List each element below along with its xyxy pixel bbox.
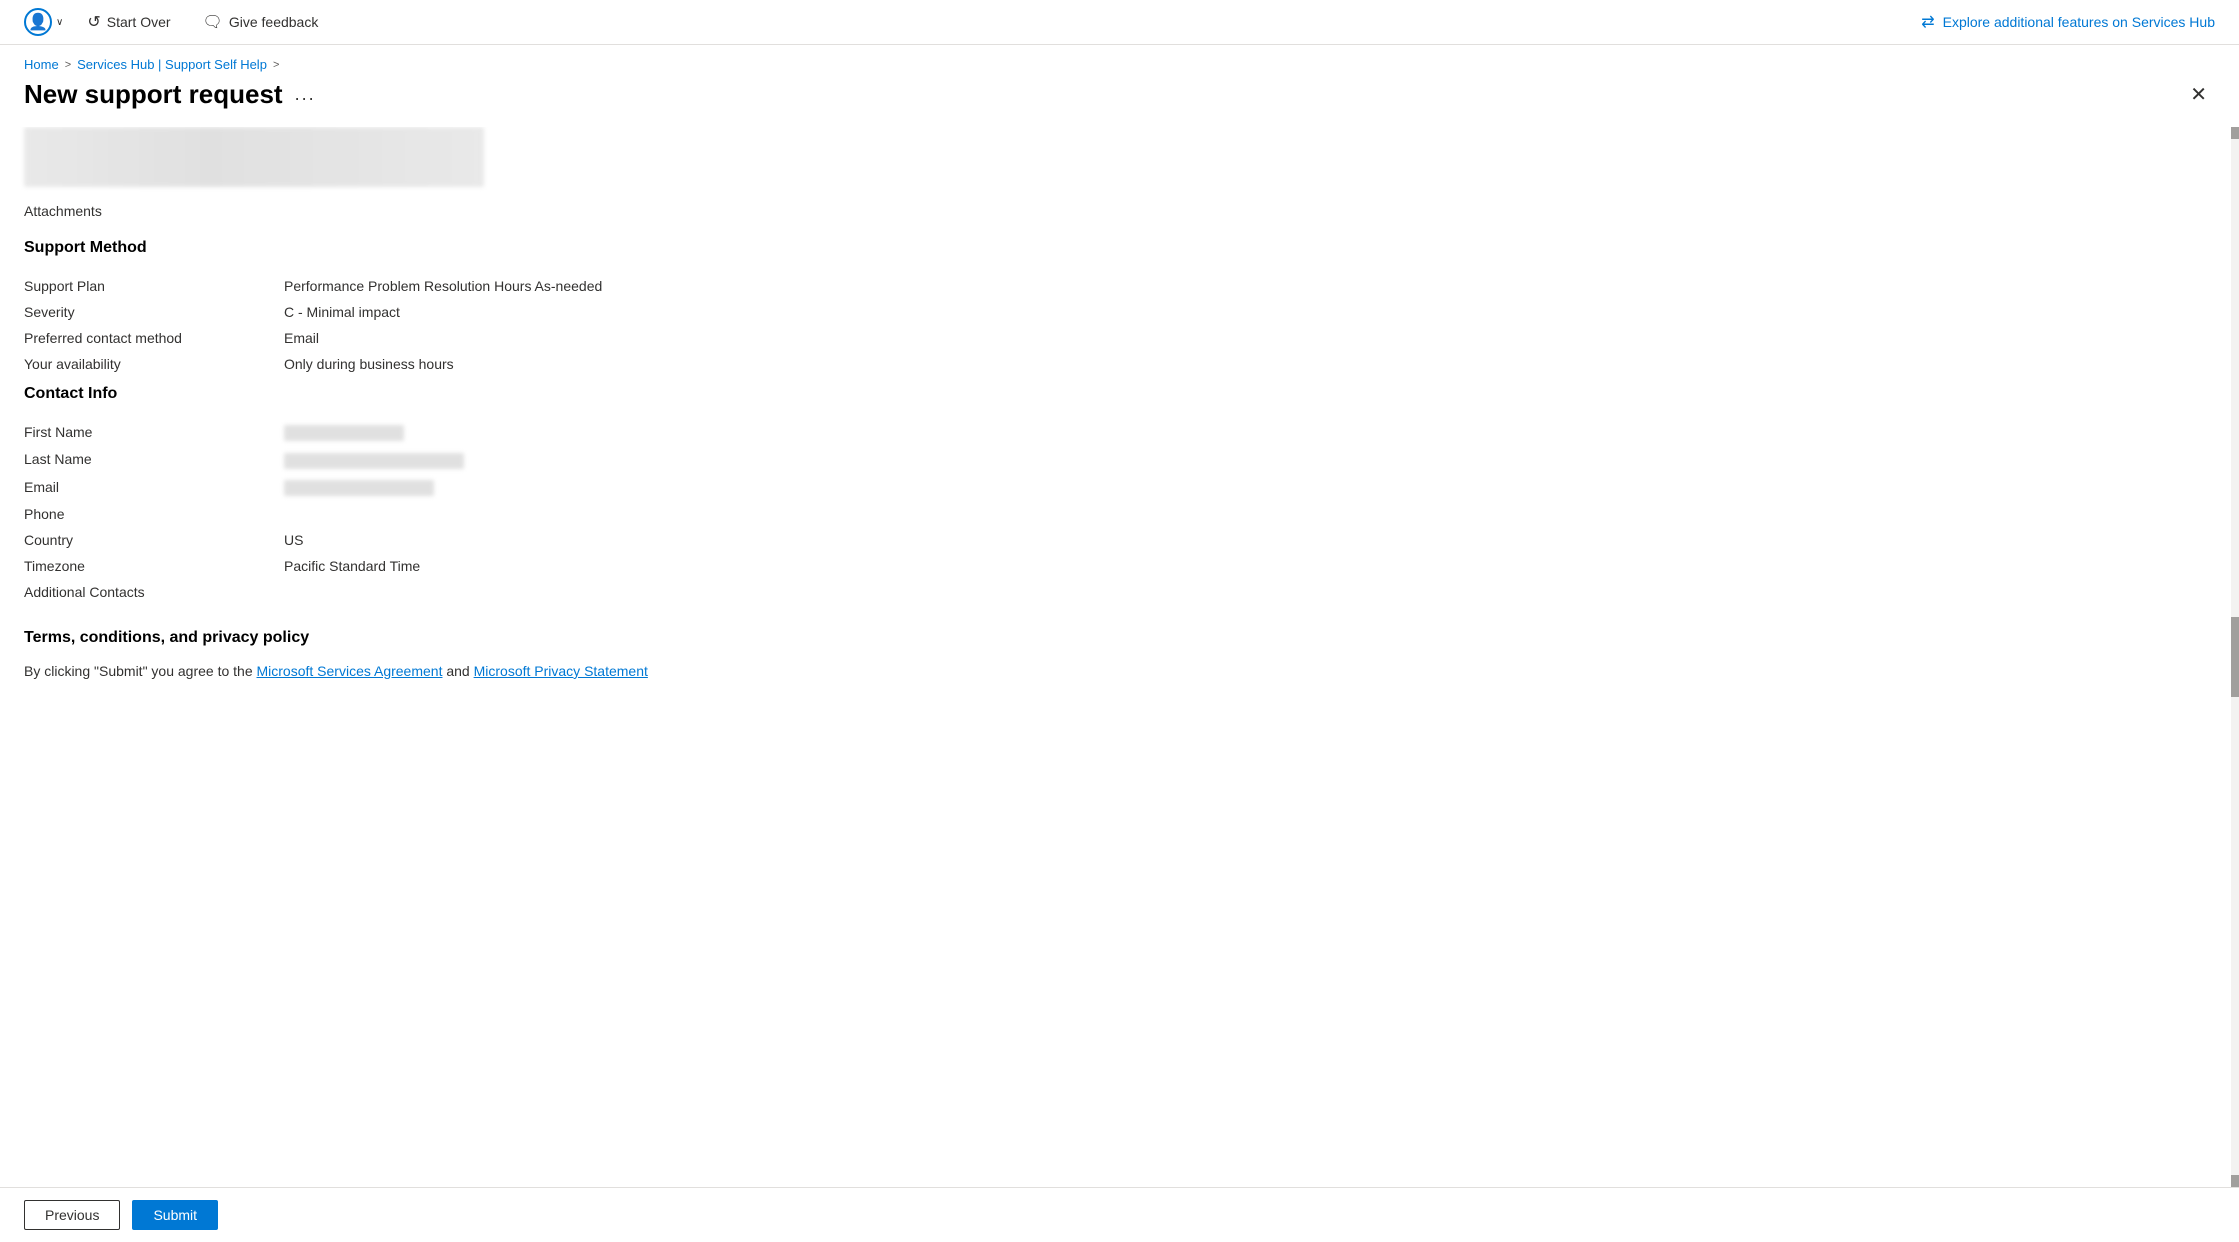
scrollbar[interactable]	[2231, 127, 2239, 1187]
support-method-table: Support Plan Performance Problem Resolut…	[24, 273, 2207, 377]
country-row: Country US	[24, 527, 2207, 553]
contact-info-heading: Contact Info	[24, 385, 2207, 403]
give-feedback-button[interactable]: 🗨 Give feedback	[195, 8, 327, 36]
country-label: Country	[24, 532, 284, 548]
terms-text: By clicking "Submit" you agree to the Mi…	[24, 663, 2207, 679]
page-ellipsis-menu[interactable]: ...	[295, 84, 316, 105]
breadcrumb-services-hub[interactable]: Services Hub | Support Self Help	[77, 57, 267, 72]
preferred-contact-row: Preferred contact method Email	[24, 325, 2207, 351]
last-name-value	[284, 451, 464, 468]
support-method-heading: Support Method	[24, 239, 2207, 257]
last-name-blurred	[284, 453, 464, 469]
last-name-row: Last Name	[24, 446, 2207, 473]
severity-row: Severity C - Minimal impact	[24, 299, 2207, 325]
content-wrapper: Attachments Support Method Support Plan …	[0, 127, 2239, 1187]
timezone-label: Timezone	[24, 558, 284, 574]
user-icon: 👤	[24, 8, 52, 36]
microsoft-privacy-statement-link[interactable]: Microsoft Privacy Statement	[474, 663, 648, 679]
terms-section: Terms, conditions, and privacy policy By…	[24, 629, 2207, 679]
breadcrumb-sep2: >	[273, 59, 279, 71]
explore-icon: ⇄	[1921, 12, 1934, 32]
timezone-row: Timezone Pacific Standard Time	[24, 553, 2207, 579]
additional-contacts-row: Additional Contacts	[24, 579, 2207, 605]
action-bar: Previous Submit	[0, 1187, 2239, 1242]
support-plan-row: Support Plan Performance Problem Resolut…	[24, 273, 2207, 299]
support-plan-label: Support Plan	[24, 278, 284, 294]
preferred-contact-label: Preferred contact method	[24, 330, 284, 346]
content-scroll: Attachments Support Method Support Plan …	[0, 127, 2231, 1187]
feedback-icon: 🗨	[203, 12, 223, 32]
close-button[interactable]: ✕	[2182, 78, 2215, 111]
attachments-label: Attachments	[24, 203, 2207, 219]
timezone-value: Pacific Standard Time	[284, 558, 420, 574]
start-over-button[interactable]: ↺ Start Over	[79, 8, 178, 36]
refresh-icon: ↺	[87, 12, 100, 32]
toolbar-left: 👤 ∨ ↺ Start Over 🗨 Give feedback	[24, 8, 326, 36]
email-label: Email	[24, 479, 284, 495]
first-name-value	[284, 424, 404, 441]
submit-button[interactable]: Submit	[132, 1200, 218, 1230]
scroll-arrow-top[interactable]	[2231, 127, 2239, 139]
toolbar: 👤 ∨ ↺ Start Over 🗨 Give feedback ⇄ Explo…	[0, 0, 2239, 45]
additional-contacts-label: Additional Contacts	[24, 584, 284, 600]
page-title: New support request ...	[24, 79, 316, 110]
breadcrumb-home[interactable]: Home	[24, 57, 59, 72]
terms-heading: Terms, conditions, and privacy policy	[24, 629, 2207, 647]
availability-label: Your availability	[24, 356, 284, 372]
preferred-contact-value: Email	[284, 330, 319, 346]
contact-info-table: First Name Last Name Email Phone	[24, 419, 2207, 605]
microsoft-services-agreement-link[interactable]: Microsoft Services Agreement	[257, 663, 443, 679]
user-menu[interactable]: 👤 ∨	[24, 8, 63, 36]
breadcrumb-sep1: >	[65, 59, 71, 71]
first-name-row: First Name	[24, 419, 2207, 446]
first-name-label: First Name	[24, 424, 284, 440]
email-value	[284, 479, 434, 496]
country-value: US	[284, 532, 303, 548]
blurred-content-area	[24, 127, 484, 187]
severity-label: Severity	[24, 304, 284, 320]
phone-label: Phone	[24, 506, 284, 522]
breadcrumb: Home > Services Hub | Support Self Help …	[0, 45, 2239, 72]
page-title-row: New support request ... ✕	[0, 72, 2239, 127]
severity-value: C - Minimal impact	[284, 304, 400, 320]
last-name-label: Last Name	[24, 451, 284, 467]
support-plan-value: Performance Problem Resolution Hours As-…	[284, 278, 602, 294]
previous-button[interactable]: Previous	[24, 1200, 120, 1230]
email-blurred	[284, 480, 434, 496]
scroll-arrow-bottom[interactable]	[2231, 1175, 2239, 1187]
explore-link[interactable]: ⇄ Explore additional features on Service…	[1921, 12, 2215, 32]
chevron-down-icon: ∨	[56, 17, 63, 28]
availability-row: Your availability Only during business h…	[24, 351, 2207, 377]
phone-row: Phone	[24, 501, 2207, 527]
email-row: Email	[24, 474, 2207, 501]
scroll-thumb[interactable]	[2231, 617, 2239, 697]
availability-value: Only during business hours	[284, 356, 454, 372]
first-name-blurred	[284, 425, 404, 441]
